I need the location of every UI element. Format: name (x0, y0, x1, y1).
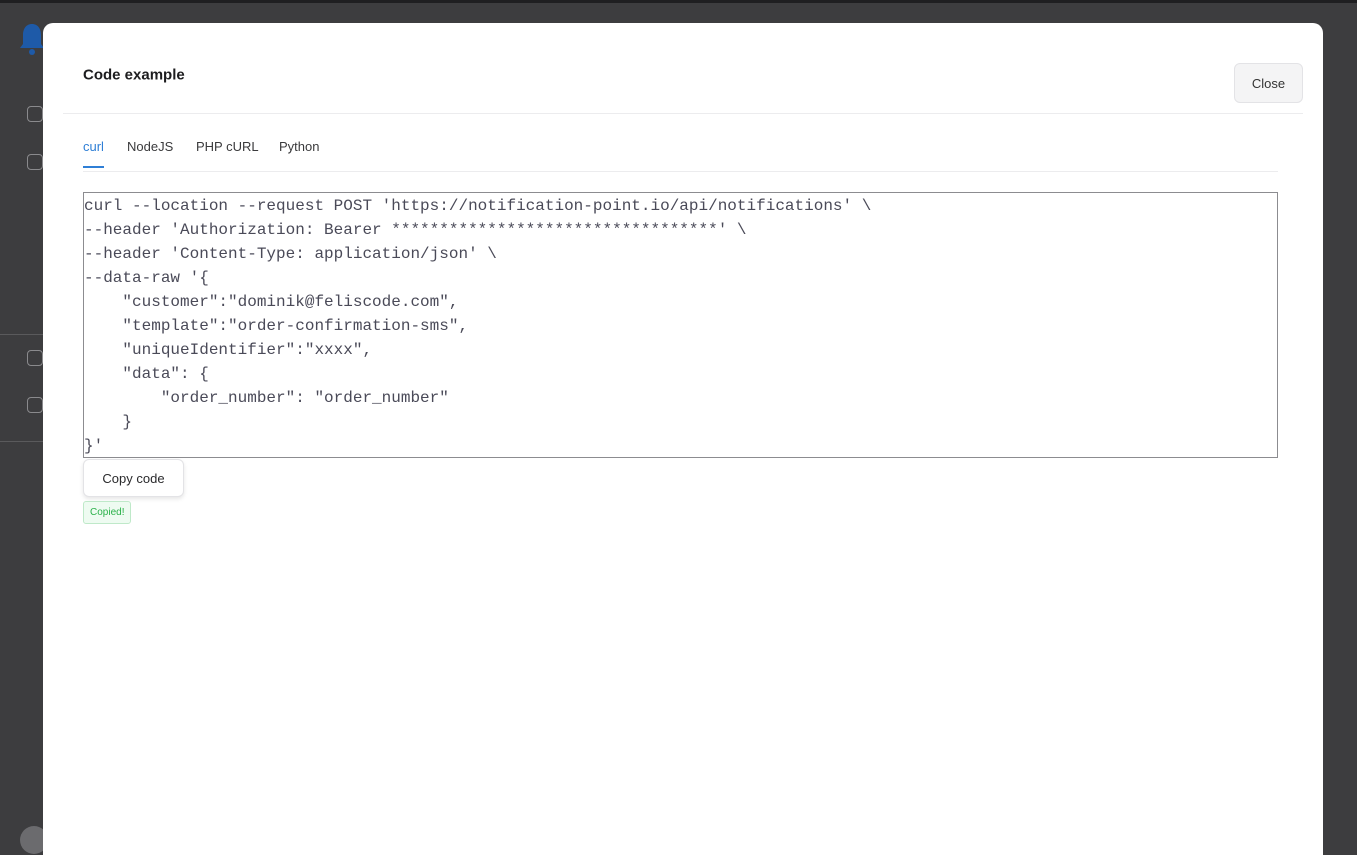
code-example-modal: Code example Close curl NodeJS PHP cURL … (43, 23, 1323, 855)
code-block[interactable]: curl --location --request POST 'https://… (83, 192, 1278, 458)
copied-status-badge: Copied! (83, 501, 132, 524)
sidebar-settings-icon[interactable] (27, 397, 43, 413)
modal-header: Code example Close (63, 23, 1303, 114)
sidebar-bell-icon[interactable] (27, 106, 43, 122)
code-line: --data-raw '{ (84, 269, 209, 287)
language-tabs: curl NodeJS PHP cURL Python (83, 127, 1278, 172)
tab-nodejs[interactable]: NodeJS (127, 139, 173, 166)
code-line: "customer":"dominik@feliscode.com", (84, 293, 459, 311)
code-line: curl --location --request POST 'https://… (84, 197, 872, 215)
code-line: "order_number": "order_number" (84, 389, 449, 407)
sidebar-divider (0, 441, 43, 442)
tab-curl[interactable]: curl (83, 139, 104, 168)
tab-python[interactable]: Python (279, 139, 319, 166)
sidebar-integrations-icon[interactable] (27, 350, 43, 366)
sidebar-divider (0, 334, 43, 335)
code-line: }' (84, 437, 104, 455)
modal-title: Code example (83, 66, 185, 84)
code-line: } (84, 413, 133, 431)
code-line: "data": { (84, 365, 209, 383)
code-line: --header 'Authorization: Bearer ********… (84, 221, 747, 239)
code-line: "uniqueIdentifier":"xxxx", (84, 341, 373, 359)
sidebar-templates-icon[interactable] (27, 154, 43, 170)
tab-php-curl[interactable]: PHP cURL (196, 139, 259, 166)
code-line: --header 'Content-Type: application/json… (84, 245, 497, 263)
close-button[interactable]: Close (1234, 63, 1303, 103)
code-line: "template":"order-confirmation-sms", (84, 317, 469, 335)
copy-code-button[interactable]: Copy code (83, 459, 184, 497)
app-topbar (0, 0, 1357, 3)
bell-logo-icon (20, 24, 44, 55)
